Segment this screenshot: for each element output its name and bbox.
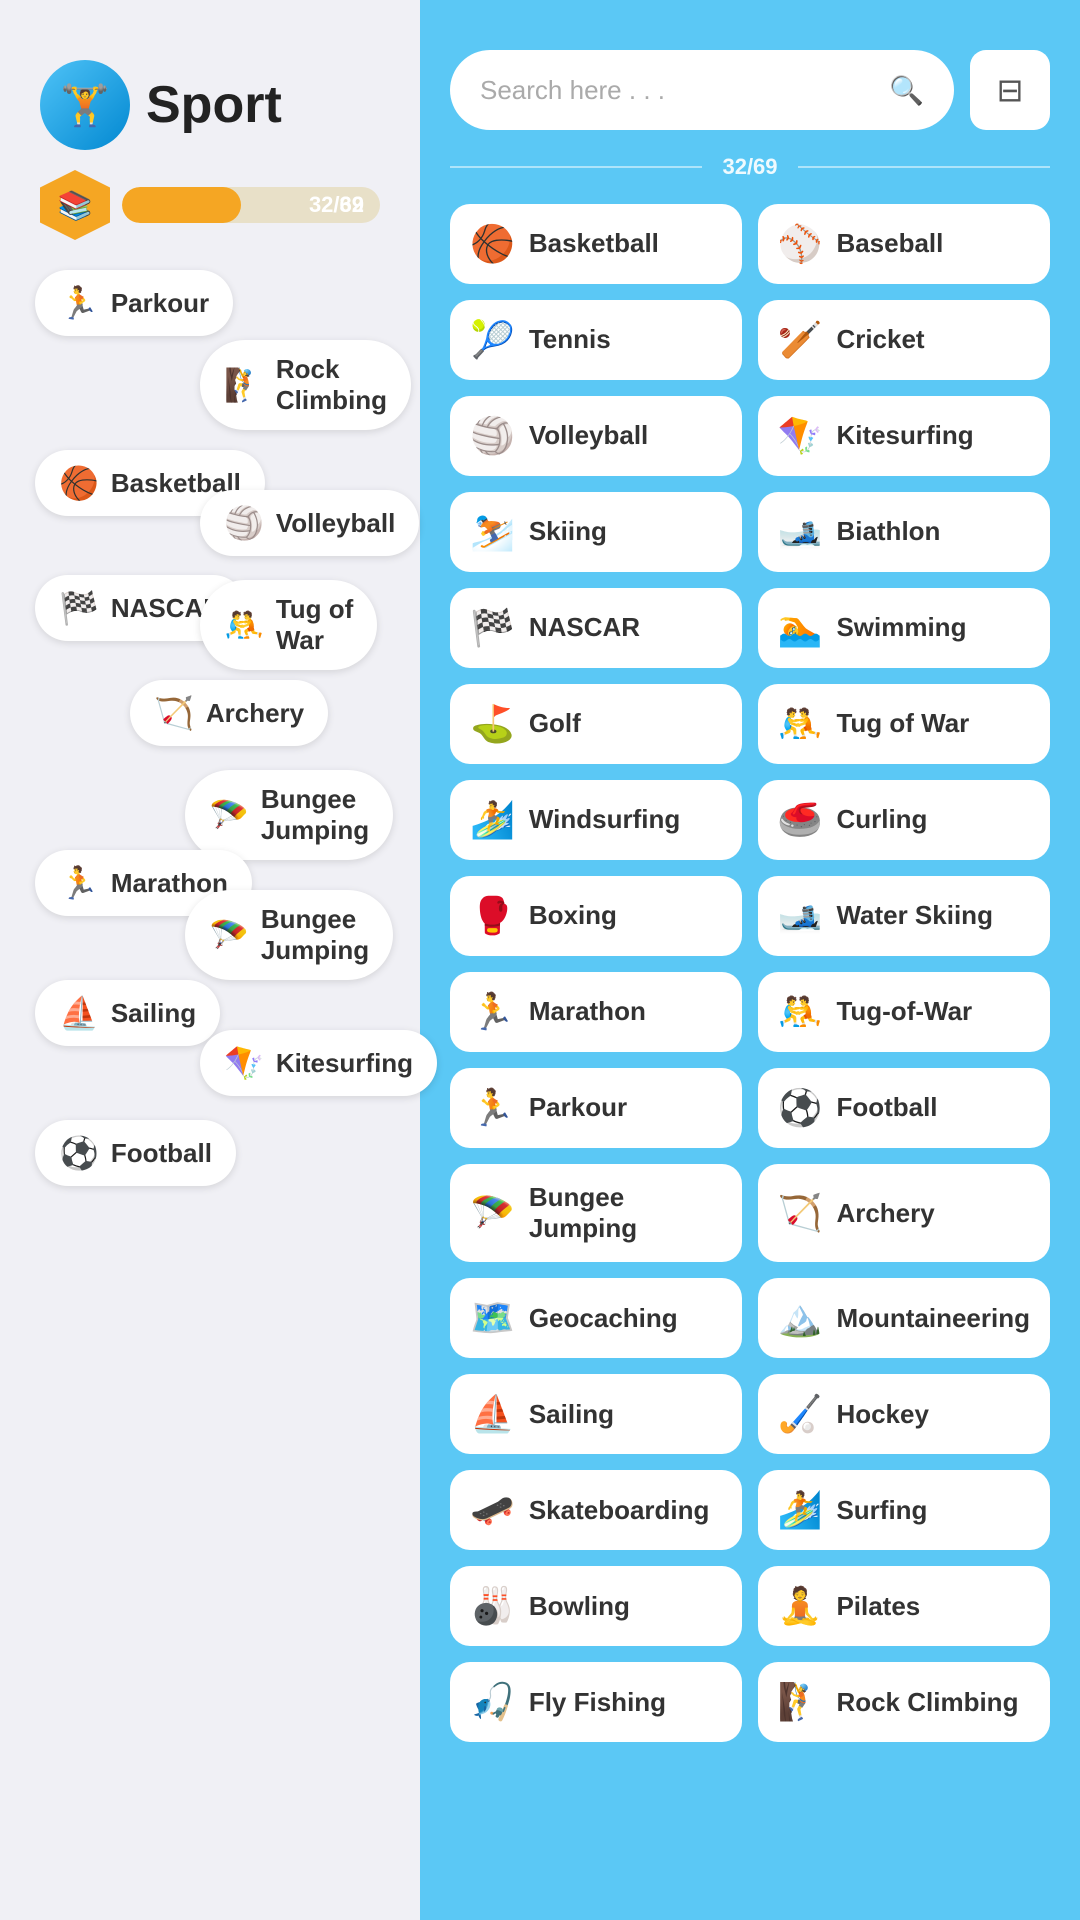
left-tag-bungee1[interactable]: 🪂 BungeeJumping — [185, 770, 393, 860]
grid-item-fly-fishing[interactable]: 🎣Fly Fishing — [450, 1662, 742, 1742]
grid-item-biathlon[interactable]: 🎿Biathlon — [758, 492, 1050, 572]
grid-item-tug-of-war[interactable]: 🤼Tug-of-War — [758, 972, 1050, 1052]
search-icon[interactable]: 🔍 — [889, 74, 924, 107]
left-tag-bungee2[interactable]: 🪂 BungeeJumping — [185, 890, 393, 980]
search-box[interactable]: Search here . . . 🔍 — [450, 50, 954, 130]
grid-item-bowling[interactable]: 🎳Bowling — [450, 1566, 742, 1646]
grid-item-baseball[interactable]: ⚾Baseball — [758, 204, 1050, 284]
progress-label: 32/69 — [309, 192, 364, 218]
grid-item-pilates[interactable]: 🧘Pilates — [758, 1566, 1050, 1646]
grid-item-golf[interactable]: ⛳Golf — [450, 684, 742, 764]
grid-item-boxing[interactable]: 🥊Boxing — [450, 876, 742, 956]
grid-item-bungee-jumping[interactable]: 🪂Bungee Jumping — [450, 1164, 742, 1262]
left-panel: 🏋️ Sport 📚 32 32/69 🏃 Parkour 🧗 RockClim… — [0, 0, 420, 1920]
grid-item-skateboarding[interactable]: 🛹Skateboarding — [450, 1470, 742, 1550]
grid-item-kitesurfing[interactable]: 🪁Kitesurfing — [758, 396, 1050, 476]
grid-item-marathon[interactable]: 🏃Marathon — [450, 972, 742, 1052]
grid-item-football[interactable]: ⚽Football — [758, 1068, 1050, 1148]
left-tag-rock-climbing[interactable]: 🧗 RockClimbing — [200, 340, 411, 430]
grid-item-windsurfing[interactable]: 🏄Windsurfing — [450, 780, 742, 860]
grid-item-basketball[interactable]: 🏀Basketball — [450, 204, 742, 284]
progress-row: 📚 32 32/69 — [0, 170, 420, 270]
grid-item-tug-of-war[interactable]: 🤼Tug of War — [758, 684, 1050, 764]
app-header: 🏋️ Sport — [0, 0, 420, 170]
right-panel: Search here . . . 🔍 ⊟ 32/69 🏀Basketball⚾… — [420, 0, 1080, 1920]
grid-item-geocaching[interactable]: 🗺️Geocaching — [450, 1278, 742, 1358]
grid-item-parkour[interactable]: 🏃Parkour — [450, 1068, 742, 1148]
grid-item-rock-climbing[interactable]: 🧗Rock Climbing — [758, 1662, 1050, 1742]
grid-item-skiing[interactable]: ⛷️Skiing — [450, 492, 742, 572]
count-line-left — [450, 166, 702, 168]
left-tag-kitesurfing[interactable]: 🪁 Kitesurfing — [200, 1030, 437, 1096]
count-row: 32/69 — [450, 154, 1050, 180]
count-label: 32/69 — [722, 154, 777, 180]
left-tag-parkour[interactable]: 🏃 Parkour — [35, 270, 233, 336]
count-line-right — [798, 166, 1050, 168]
progress-bar-container: 32 32/69 — [122, 187, 380, 223]
progress-bar-fill — [122, 187, 241, 223]
left-tag-tug-of-war[interactable]: 🤼 Tug ofWar — [200, 580, 377, 670]
search-row: Search here . . . 🔍 ⊟ — [450, 50, 1050, 130]
left-tag-sailing[interactable]: ⛵ Sailing — [35, 980, 220, 1046]
grid-item-mountaineering[interactable]: 🏔️Mountaineering — [758, 1278, 1050, 1358]
app-logo: 🏋️ — [40, 60, 130, 150]
badge-hex: 📚 — [40, 170, 110, 240]
left-tag-football[interactable]: ⚽ Football — [35, 1120, 236, 1186]
grid-item-cricket[interactable]: 🏏Cricket — [758, 300, 1050, 380]
left-tag-archery[interactable]: 🏹 Archery — [130, 680, 328, 746]
filter-button[interactable]: ⊟ — [970, 50, 1050, 130]
grid-item-tennis[interactable]: 🎾Tennis — [450, 300, 742, 380]
grid-item-water-skiing[interactable]: 🎿Water Skiing — [758, 876, 1050, 956]
search-placeholder: Search here . . . — [480, 75, 877, 106]
grid-item-archery[interactable]: 🏹Archery — [758, 1164, 1050, 1262]
grid-item-swimming[interactable]: 🏊Swimming — [758, 588, 1050, 668]
sports-grid: 🏀Basketball⚾Baseball🎾Tennis🏏Cricket🏐Voll… — [450, 204, 1050, 1742]
grid-item-sailing[interactable]: ⛵Sailing — [450, 1374, 742, 1454]
grid-item-volleyball[interactable]: 🏐Volleyball — [450, 396, 742, 476]
app-title: Sport — [146, 75, 282, 135]
left-tag-volleyball[interactable]: 🏐 Volleyball — [200, 490, 419, 556]
grid-item-nascar[interactable]: 🏁NASCAR — [450, 588, 742, 668]
grid-item-surfing[interactable]: 🏄Surfing — [758, 1470, 1050, 1550]
grid-item-hockey[interactable]: 🏑Hockey — [758, 1374, 1050, 1454]
grid-item-curling[interactable]: 🥌Curling — [758, 780, 1050, 860]
